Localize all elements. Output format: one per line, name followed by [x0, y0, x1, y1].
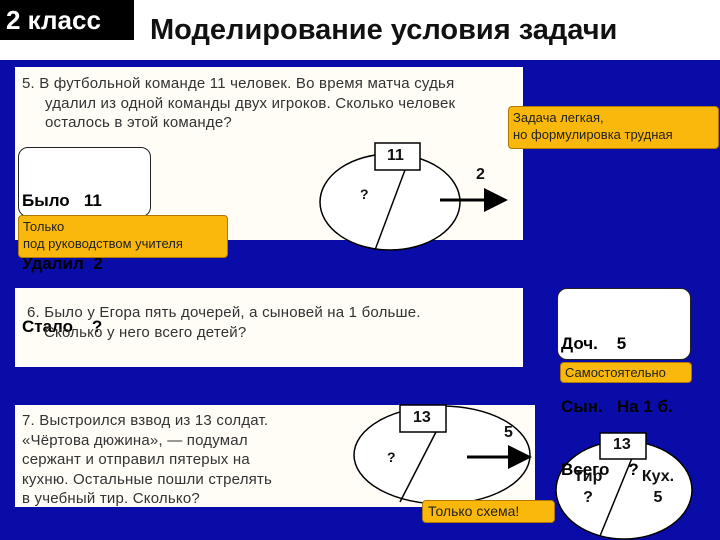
grade-label: 2 класс	[0, 0, 134, 40]
text-line: удалил из одной команды двух игроков. Ск…	[45, 94, 456, 112]
task7-total2: 13	[613, 436, 631, 453]
slide-title: Моделирование условия задачи	[150, 14, 618, 46]
task7-text: 7. Выстроился взвод из 13 солдат. «Чёрто…	[22, 411, 322, 509]
callout-line: Задача легкая,	[513, 110, 604, 125]
text-line: «Чёртова дюжина», — подумал	[22, 431, 248, 449]
text-line: Сколько у него всего детей?	[44, 323, 247, 341]
task7-left-value: ?	[583, 489, 593, 506]
text-line: 5. В футбольной команде 11 человек. Во в…	[22, 75, 455, 92]
text-line: сержант и отправил пятерых на	[22, 451, 250, 468]
callout-line: под руководством учителя	[23, 236, 183, 251]
callout-independent: Самостоятельно	[560, 362, 692, 383]
note-line: Сын. На 1 б.	[561, 397, 673, 416]
text-line: 7. Выстроился взвод из 13 солдат.	[22, 412, 269, 429]
task5-text: 5. В футбольной команде 11 человек. Во в…	[22, 74, 522, 133]
text-line: в учебный тир. Сколько?	[22, 490, 200, 507]
callout-teacher: Только под руководством учителя	[18, 215, 228, 258]
task5-total: 11	[387, 147, 404, 164]
text-line: осталось в этой команде?	[45, 114, 232, 131]
task7-total: 13	[413, 409, 431, 426]
task7-right-value: 5	[653, 489, 663, 506]
text-line: кухню. Остальные пошли стрелять	[22, 470, 273, 488]
task5-note: Было 11 Удалил 2 Стало ?	[18, 147, 151, 336]
task7-removed: 5	[504, 424, 513, 441]
task5-unknown: ?	[360, 186, 369, 202]
task6-text: 6. Было у Егора пять дочерей, а сыновей …	[27, 303, 522, 342]
task7-unknown: ?	[387, 449, 396, 465]
callout-line: Только	[23, 219, 65, 234]
task7-left-label: Тир	[573, 468, 603, 485]
callout-scheme-only: Только схема!	[422, 500, 555, 523]
task7-right-label: Кух.	[641, 468, 675, 485]
note-line: Было 11	[22, 191, 102, 210]
callout-line: но формулировка трудная	[513, 127, 673, 142]
task5-removed: 2	[476, 166, 485, 183]
text-line: 6. Было у Егора пять дочерей, а сыновей …	[27, 304, 421, 321]
callout-hard: Задача легкая, но формулировка трудная	[508, 106, 719, 149]
note-line: Доч. 5	[561, 334, 627, 353]
task6-note: Доч. 5 Сын. На 1 б. Всего ?	[557, 288, 691, 479]
